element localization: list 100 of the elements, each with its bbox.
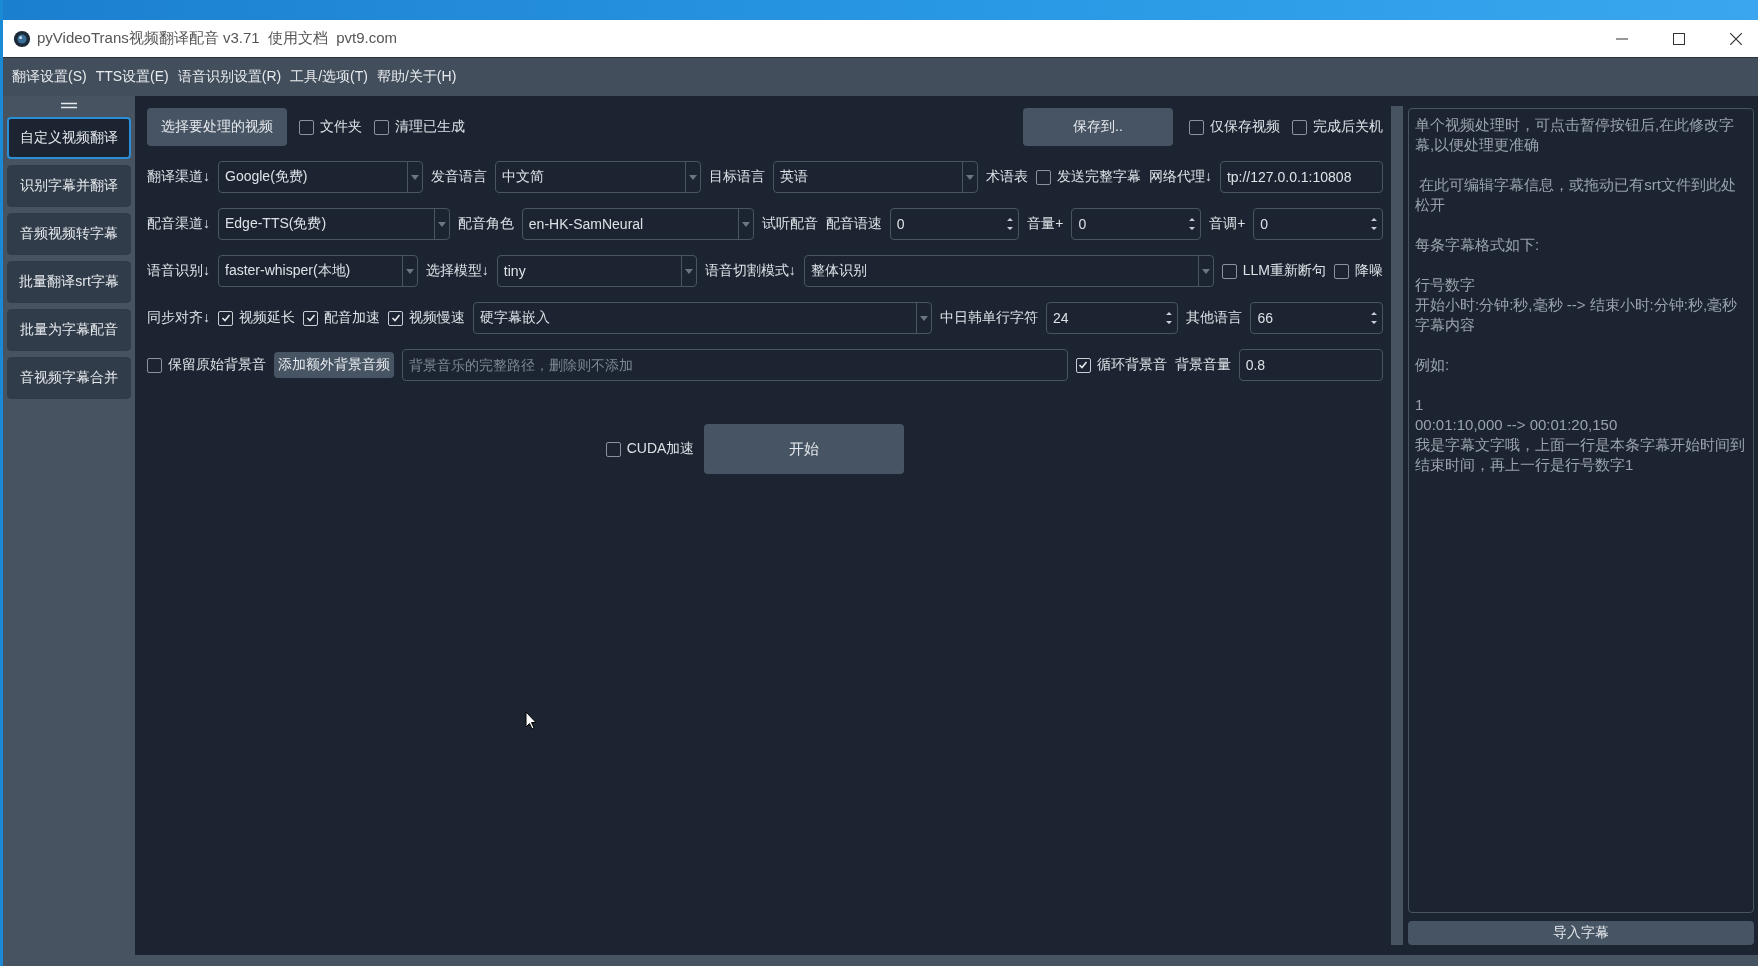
import-subtitles-button[interactable]: 导入字幕 <box>1408 921 1754 945</box>
dropdown[interactable]: faster-whisper(本地) <box>218 255 418 287</box>
mouse-cursor-icon <box>525 711 537 730</box>
checkbox[interactable]: 视频延长 <box>218 309 295 327</box>
save-to-button[interactable]: 保存到.. <box>1023 108 1173 146</box>
checkmark-icon <box>390 313 401 323</box>
sidebar-item[interactable]: 音视频字幕合并 <box>7 357 131 399</box>
menu-item[interactable]: 工具/选项(T) <box>290 68 368 86</box>
checkbox[interactable]: 保留原始背景音 <box>147 356 266 374</box>
drag-handle-icon[interactable] <box>61 102 77 109</box>
checkbox[interactable]: 配音加速 <box>303 309 380 327</box>
dropdown-arrow-icon <box>965 174 974 180</box>
checkbox[interactable]: CUDA加速 <box>605 440 695 458</box>
select-video-button[interactable]: 选择要处理的视频 <box>147 108 287 146</box>
number-field[interactable]: 66 <box>1250 302 1383 334</box>
field-label: 其他语言 <box>1186 309 1243 327</box>
checkbox[interactable]: 降噪 <box>1334 262 1383 280</box>
field-label: 术语表 <box>985 168 1028 186</box>
dropdown[interactable]: 硬字幕嵌入 <box>473 302 932 334</box>
checkbox-label: 发送完整字幕 <box>1056 168 1141 186</box>
text-field[interactable]: tp://127.0.0.1:10808 <box>1219 161 1383 193</box>
sidebar-item[interactable]: 音频视频转字幕 <box>7 213 131 255</box>
start-button[interactable]: 开始 <box>704 424 905 474</box>
field-label: 目标语言 <box>708 168 765 186</box>
checkbox[interactable]: 仅保存视频 <box>1189 118 1280 136</box>
checkbox-label: 视频延长 <box>239 309 295 327</box>
sidebar-item[interactable]: 批量翻译srt字幕 <box>7 261 131 303</box>
dropdown[interactable]: Google(免费) <box>218 161 424 193</box>
checkbox-label: 视频慢速 <box>409 309 465 327</box>
field-label: 音量+ <box>1027 215 1064 233</box>
menu-item[interactable]: 帮助/关于(H) <box>377 68 457 86</box>
spin-arrows-icon <box>1370 310 1378 326</box>
dropdown[interactable]: Edge-TTS(免费) <box>218 208 450 240</box>
checkmark-icon <box>220 313 231 323</box>
field-label: 语音识别↓ <box>147 262 210 280</box>
maximize-icon[interactable] <box>1673 32 1685 45</box>
field-label: 配音渠道↓ <box>147 215 210 233</box>
spin-arrows-icon <box>1188 216 1197 232</box>
dropdown[interactable]: en-HK-SamNeural <box>521 208 754 240</box>
subtitle-text-line: 我是字幕文字哦，上面一行是本条字幕开始时间到结束时间，再上一行是行号数字1 <box>1415 435 1746 475</box>
checkbox[interactable]: 文件夹 <box>299 118 362 136</box>
subtitle-text-area[interactable]: 单个视频处理时，可点击暂停按钮后,在此修改字幕,以便处理更准确 在此可编辑字幕信息，或拖动已有srt文件到此处松开 每条字幕格式如下: 行号数字 开始小时:分钟:秒,毫秒 --> 结束小时:分钟:秒,毫秒 字幕内容 例如: 1 00:01:10,000 --> 00:01:20,150 我是字幕文字哦，上面一行是本条字幕开始时间到结束时间，再上一行是行号数字1 <box>1408 108 1754 913</box>
sidebar-item[interactable]: 识别字幕并翻译 <box>7 165 131 207</box>
menu-item[interactable]: 翻译设置(S) <box>12 68 87 86</box>
dropdown[interactable]: 整体识别 <box>803 255 1214 287</box>
checkbox[interactable]: 发送完整字幕 <box>1035 168 1141 186</box>
field-label: 翻译渠道↓ <box>147 168 210 186</box>
subtitle-text-line: 在此可编辑字幕信息，或拖动已有srt文件到此处松开 <box>1415 175 1737 215</box>
dropdown[interactable]: 中文简 <box>495 161 701 193</box>
splitter-handle[interactable] <box>1391 106 1403 945</box>
field-label: 同步对齐↓ <box>147 309 210 327</box>
subtitle-text-line: 00:01:10,000 --> 00:01:20,150 <box>1415 415 1619 435</box>
close-icon[interactable] <box>1730 32 1742 45</box>
field-label: 语音切割模式↓ <box>704 262 796 280</box>
checkbox-label: LLM重新断句 <box>1242 262 1326 280</box>
checkbox-label: 完成后关机 <box>1313 118 1383 136</box>
subtitle-text-line: 例如: <box>1415 355 1451 375</box>
dropdown-arrow-icon <box>684 268 693 274</box>
field-label: 试听配音 <box>761 215 818 233</box>
checkbox-label: 保留原始背景音 <box>168 356 266 374</box>
checkbox[interactable]: 视频慢速 <box>388 309 465 327</box>
number-field[interactable]: 0 <box>1071 208 1202 240</box>
subtitle-text-line: 单个视频处理时，可点击暂停按钮后,在此修改字幕,以便处理更准确 <box>1415 115 1736 155</box>
spin-arrows-icon <box>1165 310 1174 326</box>
text-field[interactable]: 0.8 <box>1238 349 1383 381</box>
menu-item[interactable]: 语音识别设置(R) <box>177 68 282 86</box>
sidebar-item[interactable]: 自定义视频翻译 <box>7 117 131 159</box>
checkbox-label: 配音加速 <box>324 309 380 327</box>
checkbox-label: CUDA加速 <box>626 440 695 458</box>
number-field[interactable]: 0 <box>889 208 1020 240</box>
add-background-audio-button[interactable]: 添加额外背景音频 <box>274 352 394 378</box>
dropdown-arrow-icon <box>919 315 928 321</box>
dropdown[interactable]: tiny <box>496 255 697 287</box>
checkbox[interactable]: 循环背景音 <box>1075 356 1167 374</box>
field-label: 发音语言 <box>431 168 488 186</box>
dropdown-arrow-icon <box>437 221 446 227</box>
number-field[interactable]: 24 <box>1045 302 1179 334</box>
field-label: 中日韩单行字符 <box>939 309 1038 327</box>
subtitle-text-line: 开始小时:分钟:秒,毫秒 --> 结束小时:分钟:秒,毫秒 <box>1415 295 1739 315</box>
subtitle-text-line: 字幕内容 <box>1415 315 1476 335</box>
number-field[interactable]: 0 <box>1253 208 1383 240</box>
field-label: 网络代理↓ <box>1148 168 1212 186</box>
dropdown-arrow-icon <box>411 174 420 180</box>
sidebar-item[interactable]: 批量为字幕配音 <box>7 309 131 351</box>
dropdown-arrow-icon <box>741 221 750 227</box>
checkbox-label: 降噪 <box>1355 262 1383 280</box>
field-label: 选择模型↓ <box>425 262 489 280</box>
checkbox[interactable]: 清理已生成 <box>374 118 465 136</box>
text-field[interactable]: 背景音乐的完整路径，删除则不添加 <box>402 349 1068 381</box>
checkbox-label: 仅保存视频 <box>1210 118 1280 136</box>
checkbox[interactable]: 完成后关机 <box>1292 118 1383 136</box>
menu-item[interactable]: TTS设置(E) <box>95 68 169 86</box>
dropdown[interactable]: 英语 <box>772 161 978 193</box>
subtitle-text-line: 行号数字 <box>1415 275 1476 295</box>
subtitle-text-line: 1 <box>1415 395 1425 415</box>
subtitle-text-line: 每条字幕格式如下: <box>1415 235 1541 255</box>
checkbox-label: 循环背景音 <box>1096 356 1167 374</box>
field-label: 音调+ <box>1209 215 1246 233</box>
spin-arrows-icon <box>1370 216 1378 232</box>
checkbox[interactable]: LLM重新断句 <box>1221 262 1326 280</box>
